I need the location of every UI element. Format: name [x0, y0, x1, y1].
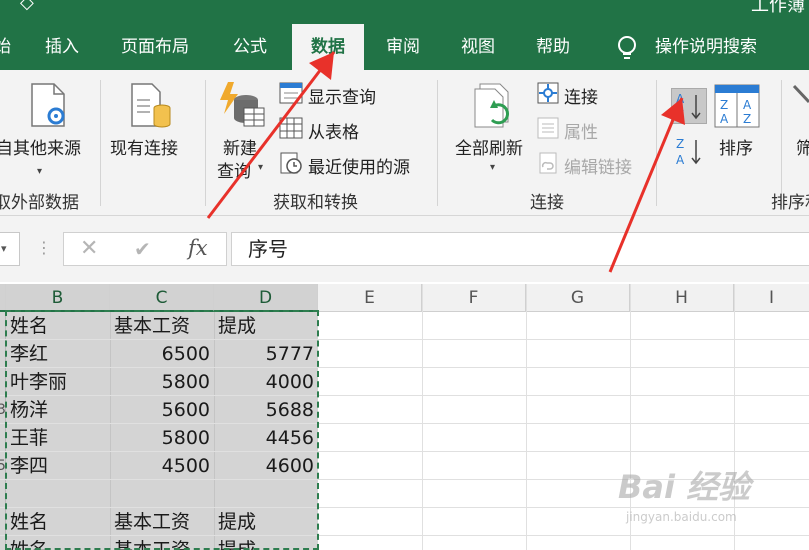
column-header-e[interactable]: E — [318, 284, 422, 312]
watermark-text: Bai 经验 — [618, 468, 751, 506]
filter-button[interactable]: 筛 — [796, 134, 809, 159]
column-header-row: B C D E F G H I — [0, 284, 809, 312]
group-separator — [100, 80, 101, 206]
column-header-i[interactable]: I — [734, 284, 809, 312]
column-header-d[interactable]: D — [214, 284, 318, 312]
group-separator — [205, 80, 206, 206]
chevron-down-icon[interactable]: ▾ — [37, 166, 42, 177]
from-other-sources-button[interactable]: 自其他来源 — [0, 134, 81, 159]
sort-descending-icon: Z A — [676, 137, 701, 167]
gridline — [422, 284, 423, 550]
workbook-title: 工作簿 — [751, 0, 805, 16]
tab-help[interactable]: 帮助 — [536, 24, 570, 70]
copy-marquee — [5, 310, 319, 550]
tab-formulas[interactable]: 公式 — [233, 24, 267, 70]
connections-button[interactable]: 连接 — [564, 83, 598, 108]
watermark-url: jingyan.baidu.com — [626, 510, 737, 524]
column-header-h[interactable]: H — [630, 284, 734, 312]
existing-connections-icon — [131, 83, 171, 128]
ribbon-tab-bar: 始 插入 页面布局 公式 数据 审阅 视图 帮助 操作说明搜索 — [0, 24, 809, 70]
chevron-down-icon[interactable]: ▾ — [1, 242, 7, 255]
sort-button[interactable]: 排序 — [719, 134, 753, 159]
column-header-c[interactable]: C — [110, 284, 214, 312]
insert-function-icon[interactable]: fx — [188, 236, 208, 260]
document-gear-icon — [31, 83, 65, 127]
formula-tools: ✕ ✔ fx — [63, 232, 227, 266]
svg-text:A: A — [743, 98, 752, 112]
new-query-button[interactable]: 查询 — [217, 157, 251, 182]
tab-page-layout[interactable]: 页面布局 — [121, 24, 189, 70]
tab-data[interactable]: 数据 — [292, 24, 364, 70]
column-header-b[interactable]: B — [6, 284, 110, 312]
ribbon-data: 自其他来源 ▾ 现有连接 取外部数据 新建 查询 ▾ 显示查询 从表格 最近使用… — [0, 70, 809, 216]
edit-links-icon — [539, 152, 557, 174]
sort-z-to-a-button[interactable]: Z A — [672, 134, 706, 168]
properties-button[interactable]: 属性 — [564, 118, 598, 143]
sort-ascending-icon: A Z — [676, 92, 701, 122]
svg-text:Z: Z — [676, 137, 684, 151]
group-label-get-external: 取外部数据 — [0, 193, 79, 213]
chevron-down-icon[interactable]: ▾ — [490, 162, 495, 173]
sort-dialog-icon: Z A A Z — [714, 84, 760, 128]
recent-sources-icon — [280, 152, 302, 174]
edit-links-button[interactable]: 编辑链接 — [564, 153, 632, 178]
svg-text:Z: Z — [720, 98, 728, 112]
svg-text:Z: Z — [743, 112, 751, 126]
chevron-down-icon[interactable]: ▾ — [258, 162, 263, 173]
refresh-all-button[interactable]: 全部刷新 — [455, 134, 523, 159]
recent-sources-button[interactable]: 最近使用的源 — [308, 153, 410, 178]
from-table-icon — [279, 117, 303, 139]
show-queries-button[interactable]: 显示查询 — [308, 83, 376, 108]
tab-view[interactable]: 视图 — [461, 24, 495, 70]
column-header-f[interactable]: F — [422, 284, 526, 312]
svg-text:A: A — [720, 112, 729, 126]
group-label-sort-filter: 排序和 — [771, 193, 809, 213]
watermark: Bai 经验 jingyan.baidu.com — [618, 462, 800, 528]
tab-home[interactable]: 始 — [0, 24, 11, 70]
svg-text:A: A — [676, 153, 685, 167]
column-header-g[interactable]: G — [526, 284, 630, 312]
show-queries-icon — [279, 82, 303, 104]
cancel-icon[interactable]: ✕ — [80, 236, 98, 261]
group-separator — [437, 80, 438, 206]
group-separator — [656, 80, 657, 206]
sort-a-to-z-button[interactable]: A Z — [671, 88, 707, 124]
refresh-all-icon — [474, 83, 510, 128]
formula-bar: ▾ ⋮ ✕ ✔ fx 序号 — [0, 216, 809, 282]
tab-review[interactable]: 审阅 — [386, 24, 420, 70]
gridline — [526, 284, 527, 550]
formula-input[interactable]: 序号 — [231, 232, 809, 266]
new-query-icon — [220, 82, 265, 127]
from-table-button[interactable]: 从表格 — [308, 118, 359, 143]
tell-me-search[interactable]: 操作说明搜索 — [655, 24, 757, 70]
enter-icon[interactable]: ✔ — [134, 237, 151, 261]
connections-icon — [537, 82, 559, 104]
resize-grip-icon[interactable]: ⋮ — [36, 238, 52, 257]
properties-icon — [537, 117, 559, 139]
filter-icon — [792, 84, 809, 104]
lightbulb-icon — [618, 36, 636, 59]
svg-text:Z: Z — [676, 108, 684, 122]
tab-insert[interactable]: 插入 — [45, 24, 79, 70]
group-label-get-transform: 获取和转换 — [273, 193, 358, 213]
title-bar: ◇ 工作簿 — [0, 0, 809, 24]
group-label-connections: 连接 — [530, 193, 564, 213]
quick-access-glyph[interactable]: ◇ — [20, 0, 34, 13]
existing-connections-button[interactable]: 现有连接 — [110, 134, 178, 159]
svg-text:A: A — [676, 92, 685, 106]
new-query-label-line1[interactable]: 新建 — [223, 134, 257, 159]
